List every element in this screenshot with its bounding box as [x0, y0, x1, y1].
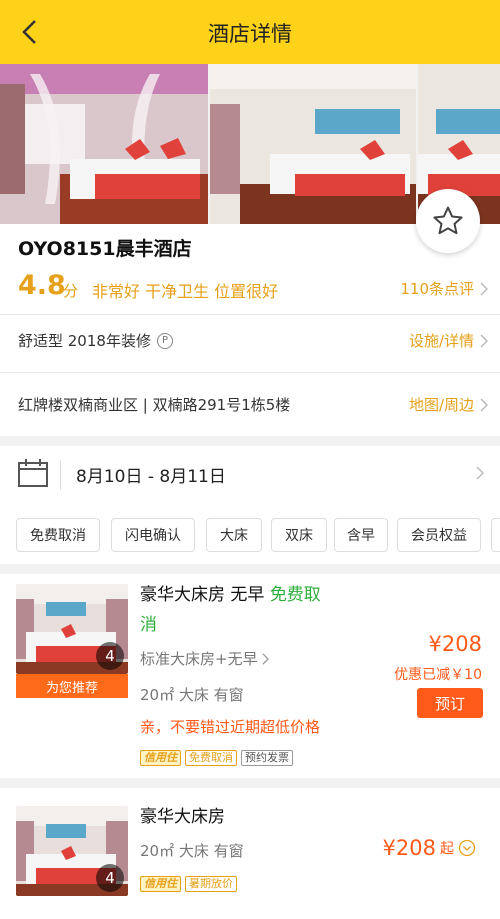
score-unit: 分: [63, 282, 79, 300]
facilities-link[interactable]: 设施/详情: [409, 330, 488, 351]
favorite-button[interactable]: [416, 189, 480, 253]
room-title-main: 豪华大床房 无早: [140, 585, 265, 605]
free-cancel-label: 免费取: [269, 585, 321, 605]
room-subtype[interactable]: 标准大床房+无早: [140, 648, 269, 669]
filter-bar: 免费取消 闪电确认 大床 双床 含早 会员权益: [0, 502, 500, 564]
hotel-address-text: 红牌楼双楠商业区 | 双楠路291号1栋5楼: [18, 396, 291, 414]
free-cancel-label-cont: 消: [140, 615, 157, 635]
tag-free-cancel: 免费取消: [185, 750, 237, 766]
room-title: 豪华大床房 无早 免费取 消: [140, 580, 321, 640]
image-count-badge: 4: [96, 864, 124, 892]
room-price: ¥208: [428, 632, 482, 656]
calendar-icon: [18, 459, 48, 487]
chevron-right-icon: [262, 652, 269, 665]
filter-chip[interactable]: 免费取消: [16, 518, 100, 552]
tag-invoice: 预约发票: [241, 750, 293, 766]
expand-icon: [458, 839, 476, 857]
chevron-right-icon: [480, 397, 488, 412]
price-suffix: 起: [440, 841, 454, 857]
reviews-link[interactable]: 110条点评: [400, 278, 488, 299]
hotel-type: 舒适型 2018年装修 P: [18, 330, 173, 351]
page-title: 酒店详情: [208, 22, 292, 46]
date-selector[interactable]: 8月10日 - 8月11日: [0, 446, 500, 502]
room-price[interactable]: ¥208 起: [383, 836, 476, 860]
hotel-info-card: OYO8151晨丰酒店 4.8 分 非常好 干净卫生 位置很好 110条点评 舒…: [0, 224, 500, 436]
facilities-link-label: 设施/详情: [408, 332, 474, 350]
image-count-badge: 4: [96, 642, 124, 670]
room-tags: 信用住 免费取消 预约发票: [140, 750, 293, 766]
score-tags: 非常好 干净卫生 位置很好: [92, 282, 279, 301]
star-icon: [433, 206, 463, 235]
map-link-label: 地图/周边: [408, 396, 474, 414]
filter-chip-more[interactable]: [491, 518, 500, 552]
hotel-type-text: 舒适型 2018年装修: [18, 332, 151, 350]
filter-chip[interactable]: 双床: [271, 518, 327, 552]
divider: [60, 460, 61, 490]
filter-chip[interactable]: 闪电确认: [111, 518, 195, 552]
filter-chip[interactable]: 含早: [334, 518, 388, 552]
reviews-link-label: 110条点评: [400, 280, 474, 298]
room-thumbnail[interactable]: 4: [16, 584, 128, 674]
tag-summer: 暑期放价: [185, 876, 237, 892]
room-subtype-text: 标准大床房+无早: [140, 650, 258, 668]
room-photo[interactable]: [210, 64, 416, 224]
divider: [0, 372, 500, 373]
room-price-value: ¥208: [382, 836, 436, 860]
tag-credit: 信用住: [140, 876, 181, 892]
recommend-label: 为您推荐: [16, 674, 128, 698]
book-button[interactable]: 预订: [417, 688, 483, 718]
chevron-right-icon: [476, 466, 484, 480]
room-tags: 信用住 暑期放价: [140, 876, 237, 892]
filter-chip[interactable]: 会员权益: [397, 518, 481, 552]
room-title: 豪华大床房: [140, 807, 225, 827]
header-bar: 酒店详情: [0, 0, 500, 64]
room-photo[interactable]: [0, 64, 208, 224]
room-specs: 20㎡ 大床 有窗: [140, 842, 244, 860]
map-link[interactable]: 地图/周边: [409, 394, 488, 415]
room-card[interactable]: 4 为您推荐 豪华大床房 无早 免费取 消 标准大床房+无早 20㎡ 大床 有窗…: [0, 574, 500, 778]
tag-credit: 信用住: [140, 750, 181, 766]
hotel-score: 4.8: [18, 270, 66, 301]
chevron-right-icon: [480, 281, 488, 296]
discount-text: 优惠已减￥10: [394, 667, 482, 683]
chevron-right-icon: [480, 333, 488, 348]
room-thumbnail[interactable]: 4: [16, 806, 128, 896]
hotel-address: 红牌楼双楠商业区 | 双楠路291号1栋5楼: [18, 394, 290, 415]
room-specs: 20㎡ 大床 有窗: [140, 686, 244, 704]
divider: [0, 314, 500, 315]
date-range: 8月10日 - 8月11日: [76, 467, 226, 487]
filter-chip[interactable]: 大床: [206, 518, 262, 552]
parking-icon: P: [156, 332, 173, 349]
room-promo: 亲，不要错过近期超低价格: [140, 718, 321, 736]
room-card[interactable]: 4 豪华大床房 20㎡ 大床 有窗 信用住 暑期放价 ¥208 起: [0, 788, 500, 919]
hotel-name: OYO8151晨丰酒店: [18, 238, 192, 260]
